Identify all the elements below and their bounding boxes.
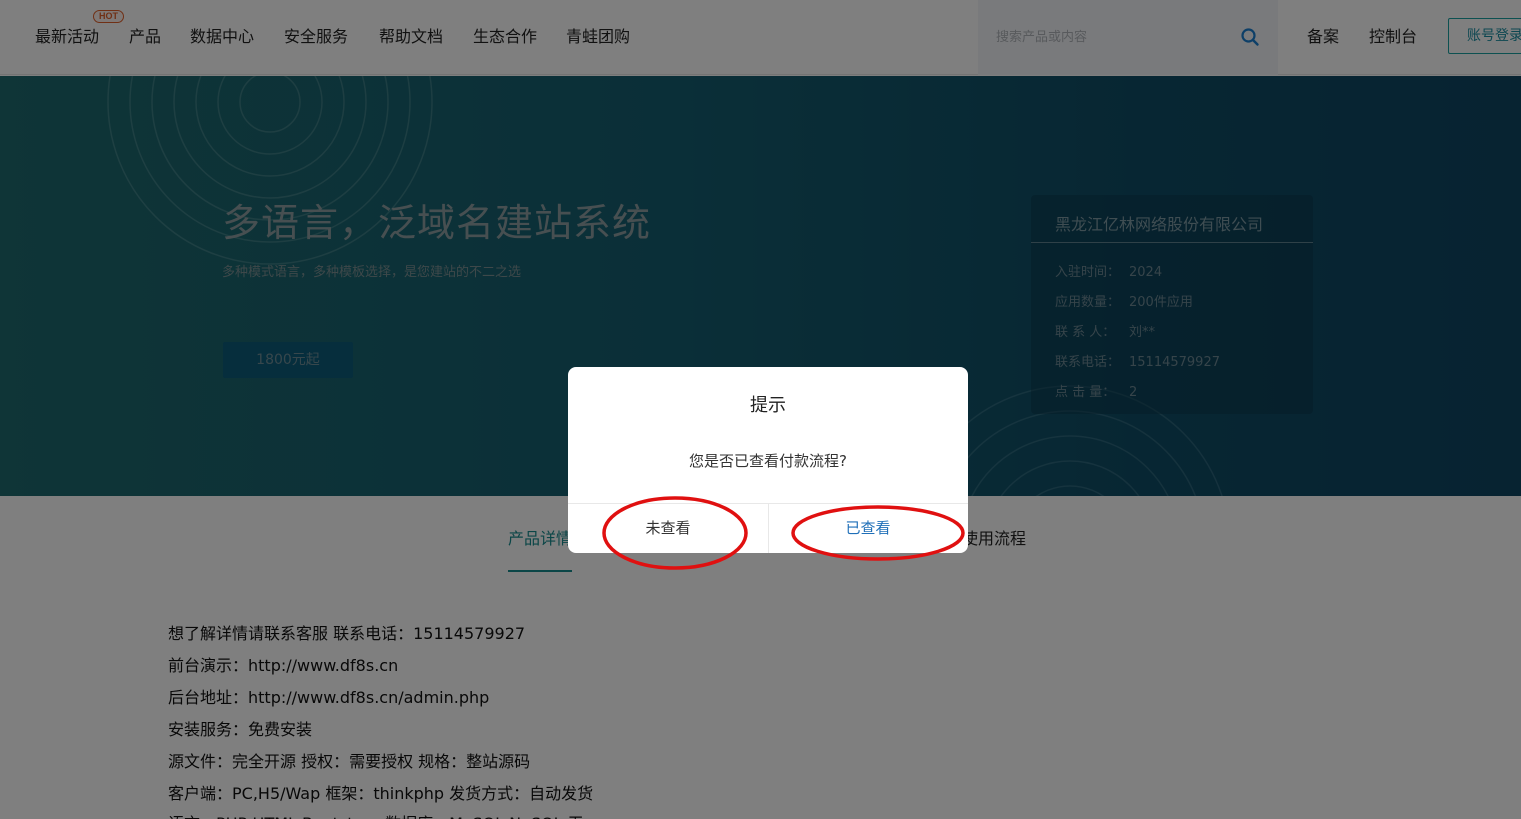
- dialog-message: 您是否已查看付款流程?: [689, 452, 847, 470]
- viewed-button[interactable]: 已查看: [768, 504, 968, 553]
- dialog-title: 提示: [750, 395, 786, 416]
- confirm-dialog: 提示 您是否已查看付款流程? 未查看 已查看: [568, 367, 968, 553]
- not-viewed-button[interactable]: 未查看: [568, 504, 768, 553]
